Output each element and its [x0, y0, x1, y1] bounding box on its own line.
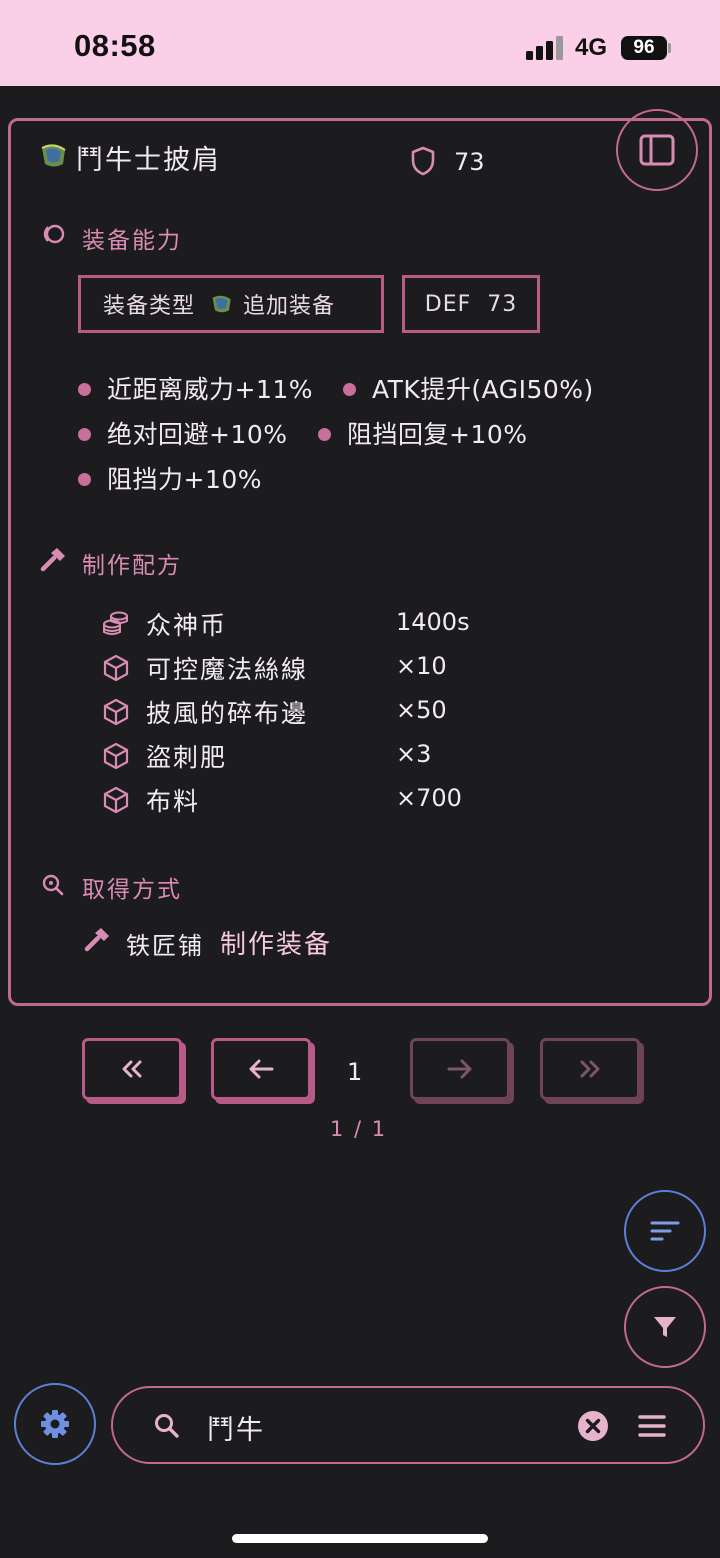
equip-type-value: 追加装备 — [243, 294, 336, 319]
effect-text: 绝对回避+10% — [107, 420, 288, 449]
double-chevron-left-icon — [122, 1060, 142, 1078]
recipe-qty: ×700 — [396, 784, 462, 812]
ability-section-title: 装备能力 — [82, 228, 182, 254]
search-bar[interactable]: 鬥牛 — [111, 1386, 705, 1464]
effect-text: 阻挡回复+10% — [347, 420, 528, 449]
effect-item: 阻挡力+10% — [78, 460, 262, 496]
gear-icon — [41, 1410, 69, 1438]
hammer-icon — [40, 548, 65, 572]
cape-icon — [212, 295, 231, 313]
effect-text: 阻挡力+10% — [107, 465, 263, 494]
recipe-name: 布料 — [146, 787, 201, 816]
recipe-name: 可控魔法絲線 — [146, 655, 309, 684]
status-time: 08:58 — [74, 28, 156, 63]
current-page: 1 — [347, 1058, 363, 1086]
first-page-button[interactable] — [82, 1038, 182, 1100]
item-name: 鬥牛士披肩 — [76, 145, 221, 176]
recipe-name: 盜刺肥 — [146, 743, 228, 772]
sort-button[interactable] — [624, 1190, 706, 1272]
cube-icon — [103, 742, 129, 770]
effect-item: ATK提升(AGI50%) — [343, 370, 594, 406]
recipe-qty: ×10 — [396, 652, 447, 680]
hammer-icon — [84, 928, 109, 952]
item-def-value: 73 — [454, 148, 485, 176]
home-indicator — [232, 1534, 488, 1543]
effect-item: 阻挡回复+10% — [318, 415, 528, 451]
obtain-method-link[interactable]: 制作装备 — [220, 924, 332, 961]
recipe-row: 众神币 1400s — [102, 606, 522, 642]
next-page-button[interactable] — [410, 1038, 510, 1100]
prev-page-button[interactable] — [211, 1038, 311, 1100]
search-icon — [42, 874, 64, 896]
filter-button[interactable] — [624, 1286, 706, 1368]
menu-button[interactable] — [637, 1412, 667, 1440]
search-input[interactable]: 鬥牛 — [207, 1408, 265, 1447]
settings-button[interactable] — [14, 1383, 96, 1465]
hamburger-menu-icon — [638, 1415, 666, 1437]
effect-item: 绝对回避+10% — [78, 415, 288, 451]
filter-icon — [654, 1317, 676, 1337]
recipe-section-title: 制作配方 — [82, 553, 182, 579]
cape-icon — [41, 144, 66, 167]
obtain-place: 铁匠铺 — [126, 932, 204, 960]
clear-icon — [578, 1411, 608, 1441]
battery-level: 96 — [621, 36, 667, 60]
equip-type-label: 装备类型 — [103, 294, 196, 319]
recipe-row: 盜刺肥 ×3 — [102, 738, 522, 774]
recipe-qty: ×3 — [396, 740, 432, 768]
toggle-panel-button[interactable] — [616, 109, 698, 191]
search-icon — [155, 1414, 179, 1438]
recipe-row: 披風的碎布邊 ×50 — [102, 694, 522, 730]
def-chip-label: DEF 73 — [424, 291, 518, 317]
double-chevron-right-icon — [580, 1060, 600, 1078]
def-chip: DEF 73 — [402, 275, 540, 333]
equip-type-chip: 装备类型 追加装备 — [78, 275, 384, 333]
recipe-row: 可控魔法絲線 ×10 — [102, 650, 522, 686]
arrow-right-icon — [447, 1059, 472, 1079]
clear-search-button[interactable] — [577, 1410, 609, 1442]
cube-icon — [103, 698, 129, 726]
sidebar-panel-icon — [639, 134, 675, 166]
arrow-left-icon — [249, 1059, 274, 1079]
cube-icon — [103, 654, 129, 682]
battery-tip — [668, 43, 671, 53]
sort-icon — [650, 1221, 680, 1241]
recipe-name: 众神币 — [146, 611, 228, 640]
status-bar: 08:58 4G 96 — [0, 0, 720, 86]
recipe-name: 披風的碎布邊 — [146, 699, 309, 728]
cube-icon — [103, 786, 129, 814]
signal-icon — [526, 36, 563, 60]
recipe-qty: ×50 — [396, 696, 447, 724]
effect-item: 近距离威力+11% — [78, 370, 313, 406]
effect-text: ATK提升(AGI50%) — [372, 375, 594, 404]
network-type: 4G — [575, 34, 608, 61]
recipe-qty: 1400s — [396, 608, 470, 636]
page-summary: 1 / 1 — [330, 1117, 388, 1141]
recipe-row: 布料 ×700 — [102, 782, 522, 818]
shield-icon — [411, 146, 435, 176]
aura-icon — [43, 224, 65, 244]
last-page-button[interactable] — [540, 1038, 640, 1100]
obtain-section-title: 取得方式 — [82, 877, 182, 903]
coins-icon — [103, 611, 128, 635]
effect-text: 近距离威力+11% — [107, 375, 314, 404]
